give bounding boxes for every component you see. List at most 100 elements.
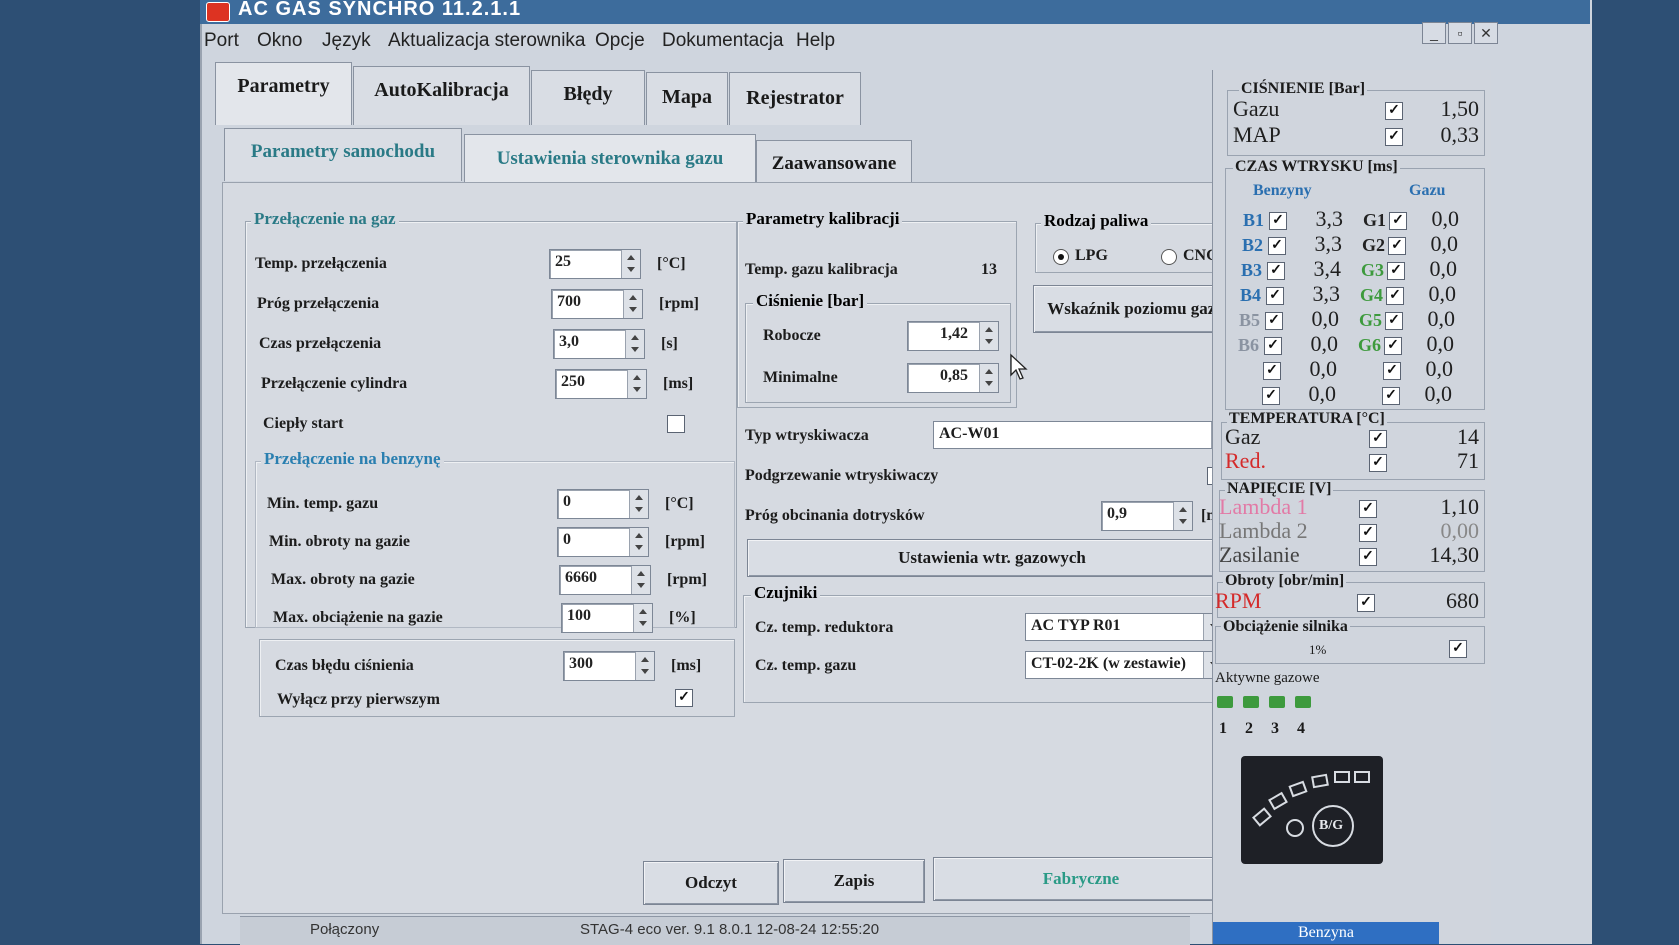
gas-injector-checkbox[interactable]: ✓ — [1385, 312, 1403, 330]
disable-first-checkbox[interactable]: ✓ — [675, 689, 693, 707]
maximize-icon[interactable]: ▫ — [1448, 22, 1472, 44]
spin-arrows-icon[interactable] — [623, 290, 642, 318]
lambda2-checkbox[interactable]: ✓ — [1359, 524, 1377, 542]
cng-radio[interactable] — [1161, 249, 1177, 265]
spin-arrows-icon[interactable] — [633, 604, 652, 632]
pressure-gas-checkbox[interactable]: ✓ — [1385, 102, 1403, 120]
temp-gas-label: Gaz — [1225, 424, 1261, 449]
temp-reducer-label: Red. — [1225, 448, 1266, 473]
max-rpm-label: Max. obroty na gazie — [271, 571, 415, 588]
petrol-injector-checkbox[interactable]: ✓ — [1267, 262, 1285, 280]
spin-arrows-icon[interactable] — [629, 490, 648, 518]
active-gas-3-icon — [1269, 696, 1285, 708]
warm-start-checkbox[interactable] — [667, 415, 685, 433]
petrol-injector-checkbox[interactable]: ✓ — [1265, 312, 1283, 330]
petrol-injector-checkbox[interactable]: ✓ — [1269, 212, 1287, 230]
subtab-zaawansowane[interactable]: Zaawansowane — [756, 140, 912, 187]
gas-injector-value: 0,0 — [1431, 206, 1460, 231]
temp-switch-input[interactable]: 25 — [549, 249, 641, 279]
gas-injector-checkbox[interactable]: ✓ — [1387, 262, 1405, 280]
pressure-map-checkbox[interactable]: ✓ — [1385, 128, 1403, 146]
min-rpm-input[interactable]: 0 — [557, 527, 649, 557]
menu-okno[interactable]: Okno — [257, 30, 302, 52]
subtab-ustawienia-sterownika[interactable]: Ustawienia sterownika gazu — [464, 134, 756, 185]
fuel-type-title: Rodzaj paliwa — [1041, 211, 1152, 231]
gas-injector-checkbox[interactable]: ✓ — [1388, 237, 1406, 255]
tab-autokalibracja[interactable]: AutoKalibracja — [353, 66, 530, 125]
spin-arrows-icon[interactable] — [627, 370, 646, 398]
temp-gas-checkbox[interactable]: ✓ — [1369, 430, 1387, 448]
subtab-parametry-samochodu[interactable]: Parametry samochodu — [224, 128, 462, 181]
load-checkbox[interactable]: ✓ — [1449, 640, 1467, 658]
gas-injector-settings-button[interactable]: Ustawienia wtr. gazowych — [747, 539, 1237, 577]
gas-injector-checkbox[interactable]: ✓ — [1389, 212, 1407, 230]
petrol-injector-checkbox[interactable]: ✓ — [1266, 287, 1284, 305]
tab-mapa[interactable]: Mapa — [646, 72, 728, 125]
min-gas-temp-input[interactable]: 0 — [557, 489, 649, 519]
monitor-panel: CIŚNIENIE [Bar] Gazu ✓ 1,50 MAP ✓ 0,33 C… — [1212, 70, 1491, 944]
working-pressure-label: Robocze — [763, 327, 821, 344]
close-icon[interactable]: ✕ — [1474, 22, 1498, 44]
supply-value: 14,30 — [1429, 542, 1480, 567]
supply-checkbox[interactable]: ✓ — [1359, 548, 1377, 566]
lambda1-label: Lambda 1 — [1219, 494, 1308, 519]
menu-opcje[interactable]: Opcje — [595, 30, 645, 52]
spin-arrows-icon[interactable] — [629, 528, 648, 556]
gas-sensor-select[interactable]: CT-02-2K (w zestawie) — [1025, 651, 1227, 679]
max-rpm-input[interactable]: 6660 — [559, 565, 651, 595]
max-load-input[interactable]: 100 — [561, 603, 653, 633]
menu-aktualizacja[interactable]: Aktualizacja sterownika — [388, 30, 585, 52]
pressure-gas-value: 1,50 — [1440, 96, 1480, 121]
menu-help[interactable]: Help — [796, 30, 835, 52]
bg-switch[interactable]: B/G — [1241, 756, 1383, 864]
injector-type-select[interactable]: AC-W01 — [933, 421, 1235, 449]
gas-injector-checkbox[interactable]: ✓ — [1384, 337, 1402, 355]
spin-arrows-icon[interactable] — [979, 364, 998, 392]
petrol-injector-checkbox[interactable]: ✓ — [1263, 362, 1281, 380]
petrol-injector-checkbox[interactable]: ✓ — [1262, 387, 1280, 405]
gas-injector-checkbox[interactable]: ✓ — [1383, 362, 1401, 380]
spin-arrows-icon[interactable] — [1173, 502, 1192, 530]
write-button[interactable]: Zapis — [783, 859, 925, 903]
reducer-sensor-select[interactable]: AC TYP R01 — [1025, 613, 1227, 641]
sensors-group — [743, 595, 1239, 703]
read-button[interactable]: Odczyt — [643, 861, 779, 905]
spin-arrows-icon[interactable] — [635, 652, 654, 680]
injector-type-value: AC-W01 — [939, 425, 1000, 442]
rpm-checkbox[interactable]: ✓ — [1357, 594, 1375, 612]
minimal-pressure-input[interactable]: 0,85 — [907, 363, 999, 393]
factory-button[interactable]: Fabryczne — [933, 857, 1229, 901]
time-switch-unit: [s] — [661, 335, 678, 352]
min-rpm-value: 0 — [563, 531, 571, 548]
menu-dokumentacja[interactable]: Dokumentacja — [662, 30, 783, 52]
spin-arrows-icon[interactable] — [621, 250, 640, 278]
menu-port[interactable]: Port — [204, 30, 239, 52]
gas-injector-checkbox[interactable]: ✓ — [1386, 287, 1404, 305]
rpm-switch-input[interactable]: 700 — [551, 289, 643, 319]
time-switch-input[interactable]: 3,0 — [553, 329, 645, 359]
spin-arrows-icon[interactable] — [631, 566, 650, 594]
tab-parametry[interactable]: Parametry — [215, 62, 352, 125]
gas-injector-checkbox[interactable]: ✓ — [1382, 387, 1400, 405]
min-gas-temp-value: 0 — [563, 493, 571, 510]
petrol-header: Benzyny — [1253, 182, 1312, 199]
settings-panel: Przełączenie na gaz Temp. przełączenia 2… — [222, 182, 1239, 914]
tab-rejestrator[interactable]: Rejestrator — [729, 72, 861, 125]
minimize-icon[interactable]: _ — [1422, 22, 1446, 44]
petrol-injector-checkbox[interactable]: ✓ — [1264, 337, 1282, 355]
working-pressure-input[interactable]: 1,42 — [907, 321, 999, 351]
lpg-radio[interactable] — [1053, 249, 1069, 265]
tab-bledy[interactable]: Błędy — [531, 70, 645, 125]
spin-arrows-icon[interactable] — [979, 322, 998, 350]
cylinder-switch-input[interactable]: 250 — [555, 369, 647, 399]
temp-reducer-checkbox[interactable]: ✓ — [1369, 454, 1387, 472]
cutoff-input[interactable]: 0,9 — [1101, 501, 1193, 531]
spin-arrows-icon[interactable] — [625, 330, 644, 358]
pressure-map-value: 0,33 — [1440, 122, 1480, 147]
menu-jezyk[interactable]: Język — [322, 30, 371, 52]
temp-switch-value: 25 — [555, 253, 571, 270]
petrol-injector-checkbox[interactable]: ✓ — [1268, 237, 1286, 255]
gas-level-button[interactable]: Wskaźnik poziomu gazu — [1033, 285, 1239, 333]
pressure-error-input[interactable]: 300 — [563, 651, 655, 681]
lambda1-checkbox[interactable]: ✓ — [1359, 500, 1377, 518]
